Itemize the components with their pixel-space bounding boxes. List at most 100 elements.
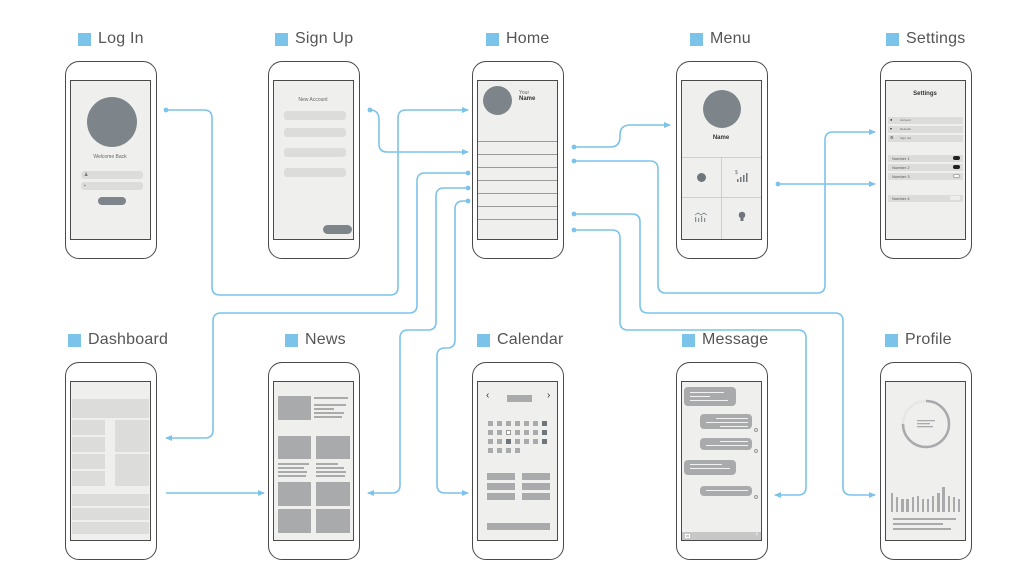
dashboard-list-item[interactable] [72,454,105,469]
calendar-day-cell[interactable] [533,439,538,444]
calendar-day-cell[interactable] [515,448,520,453]
settings-stepper-row[interactable]: Number 4 [888,195,963,202]
settings-toggle-row-3[interactable]: Number 3 [888,173,963,180]
login-button[interactable] [98,197,126,205]
news-card-image[interactable] [278,509,311,533]
calendar-day-cell[interactable] [533,430,538,435]
dashboard-footer-row[interactable] [72,508,149,520]
dashboard-list-item[interactable] [72,420,105,435]
settings-stepper-label: Number 4 [892,196,910,201]
calendar-day-cell[interactable] [506,439,511,444]
signup-field-1[interactable] [284,111,346,120]
dashboard-card[interactable] [115,420,149,452]
calendar-event[interactable] [522,473,550,480]
calendar-day-cell[interactable] [497,430,502,435]
phone-profile[interactable] [880,362,972,560]
stepper-control[interactable] [950,196,960,200]
calendar-day-cell[interactable] [542,421,547,426]
phone-menu[interactable]: Name $ [676,61,768,259]
settings-row-signout[interactable]: ⚙ Sign out [888,135,963,142]
dollar-bar-chart-icon[interactable]: $ [735,169,749,183]
username-field[interactable]: ♟ [81,171,143,179]
calendar-event[interactable] [487,483,515,490]
phone-home[interactable]: Your Name [472,61,564,259]
toggle-switch-off[interactable] [953,174,960,178]
calendar-day-cell[interactable] [542,439,547,444]
toggle-switch-on[interactable] [953,156,960,160]
calendar-day-cell[interactable] [488,439,493,444]
calendar-event[interactable] [522,493,550,500]
profile-bar [891,493,894,512]
profile-progress-ring [901,399,951,449]
phone-signup[interactable]: New Account [268,61,360,259]
settings-toggle-row-1[interactable]: Number 1 [888,155,963,162]
calendar-day-cell[interactable] [488,430,493,435]
screen-label-settings: Settings [886,29,965,49]
phone-dashboard[interactable] [65,362,157,560]
label-square-icon [682,333,695,347]
calendar-day-cell[interactable] [524,430,529,435]
calendar-day-cell[interactable] [506,430,511,435]
message-compose-bar[interactable]: › [682,531,761,540]
calendar-day-cell[interactable] [533,421,538,426]
phone-login[interactable]: Welcome Back ♟ ▪ [65,61,157,259]
news-card-image[interactable] [316,482,350,506]
dashboard-card[interactable] [115,454,149,486]
phone-calendar[interactable]: ‹ › [472,362,564,560]
settings-row-account[interactable]: ● Account [888,117,963,124]
signup-submit-button[interactable] [323,225,352,234]
dashboard-footer-row[interactable] [72,522,149,534]
news-card-image[interactable] [316,509,350,533]
image-attach-icon[interactable] [685,534,690,538]
calendar-day-cell[interactable] [506,448,511,453]
pie-chart-icon[interactable] [697,173,706,182]
calendar-day-cell[interactable] [542,430,547,435]
dashboard-footer-row[interactable] [72,494,149,506]
calendar-event[interactable] [487,473,515,480]
lightbulb-icon[interactable] [738,211,746,223]
news-card-image[interactable] [278,482,311,506]
signup-field-2[interactable] [284,128,346,137]
news-card-image[interactable] [316,436,350,459]
news-featured-image[interactable] [278,396,311,420]
calendar-day-cell[interactable] [515,430,520,435]
phone-message[interactable]: › [676,362,768,560]
message-title: Message [702,331,769,348]
home-avatar [483,86,512,115]
settings-row-label: Network [900,127,912,131]
signup-field-4[interactable] [284,168,346,177]
line-bar-chart-icon[interactable] [694,211,708,223]
settings-screen: Settings ● Account ▾ Network ⚙ Sign out … [885,80,966,240]
calendar-event[interactable] [522,483,550,490]
send-button[interactable]: › [756,531,758,538]
calendar-day-cell[interactable] [524,421,529,426]
search-icon: ● [890,117,893,122]
dashboard-list-item[interactable] [72,437,105,452]
phone-news[interactable] [268,362,360,560]
calendar-event[interactable] [487,493,515,500]
screen-label-news: News [285,330,346,350]
dashboard-list-item[interactable] [72,471,105,486]
calendar-day-cell[interactable] [524,439,529,444]
profile-bar [952,497,956,512]
phone-settings[interactable]: Settings ● Account ▾ Network ⚙ Sign out … [880,61,972,259]
calendar-day-cell[interactable] [515,439,520,444]
calendar-day-cell[interactable] [506,421,511,426]
calendar-next-button[interactable]: › [547,390,550,401]
calendar-day-cell[interactable] [497,448,502,453]
calendar-day-cell[interactable] [497,421,502,426]
calendar-prev-button[interactable]: ‹ [486,390,489,401]
signup-field-3[interactable] [284,148,346,157]
calendar-day-cell[interactable] [488,448,493,453]
calendar-day-cell[interactable] [488,421,493,426]
calendar-day-cell[interactable] [497,439,502,444]
calendar-day-cell[interactable] [515,421,520,426]
toggle-switch-on[interactable] [953,165,960,169]
password-field[interactable]: ▪ [81,182,143,190]
settings-toggle-row-2[interactable]: Number 2 [888,164,963,171]
profile-bar [901,498,904,512]
calendar-add-button[interactable] [487,523,550,530]
news-card-image[interactable] [278,436,311,459]
profile-bar [927,498,930,512]
settings-row-network[interactable]: ▾ Network [888,126,963,133]
